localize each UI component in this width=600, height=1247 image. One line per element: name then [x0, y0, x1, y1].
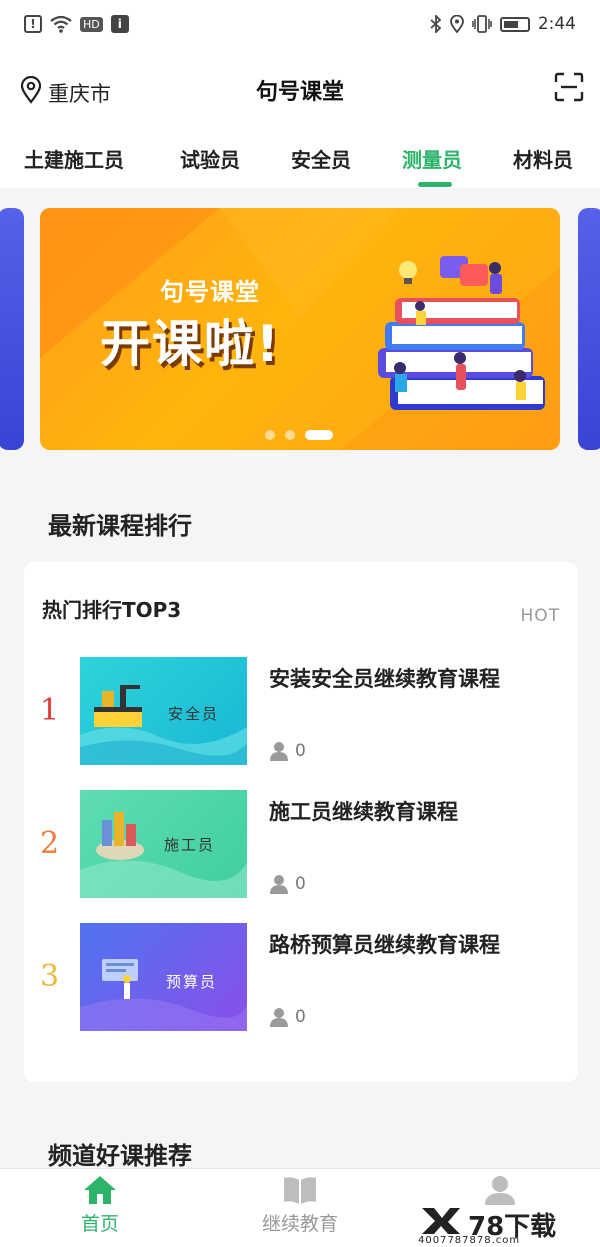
status-left: ! HD i [24, 15, 129, 33]
watermark-domain: 4007787878.com [418, 1235, 521, 1246]
next-slide-peek[interactable] [578, 208, 600, 450]
budget-illustration [80, 959, 247, 1031]
scan-button[interactable] [554, 72, 584, 102]
category-tabs: 土建施工员 试验员 安全员 测量员 材料员 [0, 130, 600, 188]
view-count-value: 0 [295, 741, 306, 761]
view-count: 0 [269, 1007, 306, 1027]
nav-continuing-education[interactable]: 继续教育 [220, 1175, 380, 1236]
ranking-card-title: 热门排行TOP3 [42, 598, 182, 622]
location-icon [449, 15, 464, 33]
user-icon [270, 875, 288, 894]
thumbnail-label: 安全员 [168, 705, 220, 723]
nav-home[interactable]: 首页 [20, 1175, 180, 1236]
active-tab-indicator [418, 182, 452, 187]
banner-headline: 开课啦! [100, 315, 281, 373]
user-icon [485, 1176, 515, 1205]
course-thumbnail[interactable]: 安全员 [80, 657, 247, 765]
rank-number: 1 [40, 693, 60, 728]
watermark: 78下载 4007787878.com [418, 1206, 588, 1246]
carousel-dot [265, 430, 275, 440]
course-title[interactable]: 施工员继续教育课程 [269, 796, 458, 826]
carousel-dot-active [305, 430, 333, 440]
banner-slide[interactable]: 句号课堂 开课啦! [40, 208, 560, 450]
book-icon [284, 1177, 316, 1204]
section-title-channel: 频道好课推荐 [48, 1142, 192, 1170]
thumbnail-label: 预算员 [166, 973, 218, 991]
course-title[interactable]: 安装安全员继续教育课程 [269, 663, 500, 693]
tab-materials[interactable]: 材料员 [513, 144, 573, 173]
alert-icon: ! [24, 15, 42, 33]
nav-label: 首页 [80, 1213, 119, 1235]
user-icon [270, 742, 288, 761]
thumbnail-label: 施工员 [164, 836, 216, 854]
status-bar: ! HD i 2:44 [0, 0, 600, 48]
watermark-logo [422, 1208, 460, 1234]
hd-icon: HD [80, 16, 103, 32]
construction-illustration [80, 685, 247, 765]
status-time: 2:44 [537, 14, 576, 34]
view-count: 0 [269, 874, 306, 894]
battery-icon [499, 16, 530, 32]
prev-slide-peek[interactable] [0, 208, 24, 450]
banner-subtitle: 句号课堂 [160, 278, 260, 306]
vibrate-icon [472, 15, 492, 33]
carousel-dot [285, 430, 295, 440]
carousel-indicator [265, 430, 333, 440]
view-count-value: 0 [295, 874, 306, 894]
info-icon: i [110, 15, 129, 33]
view-count-value: 0 [295, 1007, 306, 1027]
course-row[interactable]: 2 施工员 施工员继续教育课程 0 [24, 790, 578, 900]
tab-civil-construction[interactable]: 土建施工员 [24, 144, 124, 173]
status-right: 2:44 [430, 14, 576, 34]
ranking-card: 热门排行TOP3 HOT 1 安全员 安装安全员继续教育课程 0 2 施工员 施… [24, 562, 578, 1082]
tab-safety[interactable]: 安全员 [291, 144, 351, 173]
wifi-icon [50, 15, 72, 33]
tab-surveyor[interactable]: 测量员 [402, 144, 462, 173]
user-icon [270, 1008, 288, 1027]
course-thumbnail[interactable]: 施工员 [80, 790, 247, 898]
bluetooth-icon [430, 15, 442, 33]
course-row[interactable]: 3 预算员 路桥预算员继续教育课程 0 [24, 923, 578, 1033]
course-thumbnail[interactable]: 预算员 [80, 923, 247, 1031]
course-row[interactable]: 1 安全员 安装安全员继续教育课程 0 [24, 657, 578, 767]
nav-label: 继续教育 [261, 1213, 338, 1235]
scan-icon [554, 72, 584, 102]
tab-tester[interactable]: 试验员 [180, 144, 240, 173]
nav-profile[interactable] [420, 1175, 580, 1205]
course-title[interactable]: 路桥预算员继续教育课程 [269, 929, 500, 959]
banner-carousel[interactable]: 句号课堂 开课啦! [0, 188, 600, 478]
page-title: 句号课堂 [255, 80, 344, 105]
home-icon [84, 1176, 116, 1204]
hot-label: HOT [520, 606, 560, 626]
rank-number: 3 [40, 959, 60, 994]
section-title-latest: 最新课程排行 [48, 512, 192, 540]
app-header: 重庆市 句号课堂 [0, 48, 600, 130]
view-count: 0 [269, 741, 306, 761]
rank-number: 2 [40, 826, 60, 861]
